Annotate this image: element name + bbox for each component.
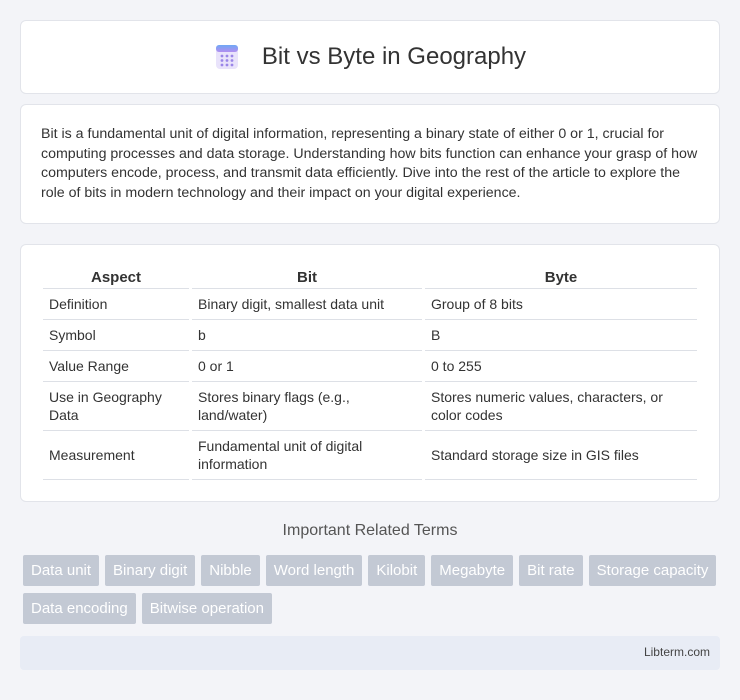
tag-bitwise-operation[interactable]: Bitwise operation	[141, 593, 272, 624]
table-header-row: Aspect Bit Byte	[43, 265, 697, 289]
intro-paragraph: Bit is a fundamental unit of digital inf…	[41, 126, 698, 201]
table-cell: Stores numeric values, characters, or co…	[425, 382, 697, 431]
table-cell: Use in Geography Data	[43, 382, 189, 431]
related-terms-tags: Data unit Binary digit Nibble Word lengt…	[23, 555, 723, 624]
page-title: Bit vs Byte in Geography	[261, 43, 527, 70]
footer: Libterm.com	[20, 636, 720, 670]
tag-data-unit[interactable]: Data unit	[23, 555, 100, 586]
tag-bit-rate[interactable]: Bit rate	[519, 555, 583, 586]
table-cell: Group of 8 bits	[425, 289, 697, 320]
header-card: Bit vs Byte in Geography	[20, 20, 720, 94]
related-terms-title: Important Related Terms	[282, 522, 458, 539]
table-cell: Measurement	[43, 431, 189, 480]
header-bit: Bit	[192, 265, 422, 289]
table-cell: Stores binary flags (e.g., land/water)	[192, 382, 422, 431]
table-cell: b	[192, 320, 422, 351]
table-cell: B	[425, 320, 697, 351]
table-cell: Definition	[43, 289, 189, 320]
table-cell: Binary digit, smallest data unit	[192, 289, 422, 320]
tag-megabyte[interactable]: Megabyte	[431, 555, 514, 586]
comparison-table-card: Aspect Bit Byte Definition Binary digit,…	[20, 244, 720, 502]
comparison-table: Aspect Bit Byte Definition Binary digit,…	[40, 265, 700, 480]
table-cell: Value Range	[43, 351, 189, 382]
table-row: Value Range 0 or 1 0 to 255	[43, 351, 697, 382]
title-wrap: Bit vs Byte in Geography	[214, 43, 526, 71]
header-aspect: Aspect	[43, 265, 189, 289]
tag-word-length[interactable]: Word length	[265, 555, 363, 586]
intro-card: Bit is a fundamental unit of digital inf…	[20, 104, 720, 224]
table-cell: Symbol	[43, 320, 189, 351]
table-row: Use in Geography Data Stores binary flag…	[43, 382, 697, 431]
tag-nibble[interactable]: Nibble	[201, 555, 260, 586]
table-cell: Standard storage size in GIS files	[425, 431, 697, 480]
table-cell: Fundamental unit of digital information	[192, 431, 422, 480]
table-cell: 0 to 255	[425, 351, 697, 382]
table-row: Definition Binary digit, smallest data u…	[43, 289, 697, 320]
table-row: Symbol b B	[43, 320, 697, 351]
tag-kilobit[interactable]: Kilobit	[368, 555, 426, 586]
header-byte: Byte	[425, 265, 697, 289]
table-cell: 0 or 1	[192, 351, 422, 382]
tag-data-encoding[interactable]: Data encoding	[23, 593, 136, 624]
tag-storage-capacity[interactable]: Storage capacity	[588, 555, 717, 586]
table-row: Measurement Fundamental unit of digital …	[43, 431, 697, 480]
calculator-icon	[215, 45, 238, 69]
tag-binary-digit[interactable]: Binary digit	[105, 555, 196, 586]
footer-site-link[interactable]: Libterm.com	[644, 645, 710, 659]
